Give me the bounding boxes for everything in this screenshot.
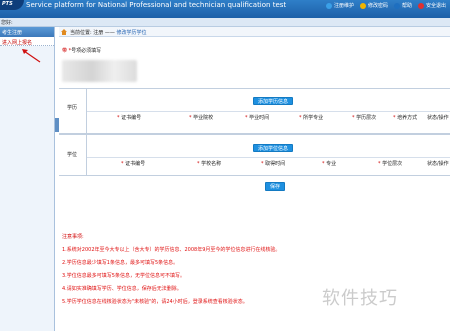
top-link-help[interactable]: 帮助 [393, 2, 412, 9]
note-item: 3.学位信息最多可填写5条信息，无学位信息可不填写。 [62, 273, 185, 279]
site-logo: PTS [0, 0, 24, 10]
watermark: 软件技巧 [322, 288, 398, 309]
sidebar-item-online-registration[interactable]: 进入网上报名 [0, 37, 54, 46]
top-link-logout[interactable]: 安全退出 [417, 2, 446, 9]
add-degree-button[interactable]: 添加学位信息 [253, 144, 294, 152]
required-note-text: 号项必须填写 [71, 48, 102, 54]
add-education-button[interactable]: 添加学历信息 [253, 97, 294, 105]
education-section: 学历 添加学历信息 * 证书编号 * 毕业院校 * 毕业时间 * 所学专业 * … [59, 88, 450, 134]
sidebar: 考生注册 进入网上报名 [0, 27, 55, 331]
degree-label: 学位 [67, 152, 78, 158]
col-education-grad-time: * 毕业时间 [245, 115, 270, 121]
degree-header-row: * 证书编号 * 学校名称 * 取得时间 * 专业 * 学位层次 状态/操作 [87, 157, 450, 167]
logout-icon [417, 2, 424, 9]
note-item: 1.系统对2002年至今大专以上（含大专）的学历信息、2008年9月至今的学位信… [62, 247, 281, 253]
top-link-register-maintain[interactable]: 注册维护 [325, 2, 354, 9]
col-degree-school: * 学校名称 [197, 161, 222, 167]
redacted-personal-info [62, 60, 137, 82]
breadcrumb-text: 当前位置: 注册 —— 修改学历学位 [70, 29, 146, 36]
home-icon [61, 29, 67, 35]
red-arrow-annotation [22, 49, 41, 63]
education-label-column: 学历 [59, 89, 87, 133]
top-links: 注册维护 修改密码 帮助 安全退出 [325, 2, 446, 9]
col-degree-cert-no: * 证书编号 [121, 161, 146, 167]
top-link-label: 修改密码 [367, 3, 388, 9]
top-link-label: 安全退出 [425, 3, 446, 9]
user-icon [325, 2, 332, 9]
required-note: 带 *号项必须填写 [62, 47, 101, 54]
education-header-row: * 证书编号 * 毕业院校 * 毕业时间 * 所学专业 * 学历层次 * 培养方… [87, 111, 450, 121]
col-education-level: * 学历层次 [352, 115, 377, 121]
welcome-bar: 您好: [0, 18, 450, 27]
top-link-label: 注册维护 [333, 3, 354, 9]
col-education-status: 状态/操作 [427, 115, 449, 121]
sidebar-header: 考生注册 [0, 27, 54, 37]
col-degree-time: * 取得时间 [261, 161, 286, 167]
degree-section: 学位 添加学位信息 * 证书编号 * 学校名称 * 取得时间 * 专业 * 学位… [59, 134, 450, 176]
breadcrumb-prefix: 当前位置: 注册 —— [70, 30, 115, 36]
note-item: 2.学历信息最少填写1条信息，最多可填写5条信息。 [62, 260, 179, 266]
notes-title: 注意事项: [62, 234, 84, 240]
col-education-cert-no: * 证书编号 [117, 115, 142, 121]
logo-text: PTS [2, 1, 13, 7]
col-degree-level: * 学位层次 [378, 161, 403, 167]
save-button[interactable]: 保存 [265, 182, 286, 191]
col-degree-major: * 专业 [322, 161, 337, 167]
col-degree-status: 状态/操作 [427, 161, 449, 167]
site-subtitle: Service platform for National Profession… [26, 1, 287, 9]
col-education-school: * 毕业院校 [189, 115, 214, 121]
col-education-major: * 所学专业 [299, 115, 324, 121]
required-star: 带 * [62, 48, 72, 54]
key-icon [359, 2, 366, 9]
welcome-text: 您好: [1, 20, 13, 26]
breadcrumb-current[interactable]: 修改学历学位 [116, 30, 146, 36]
header-bar: PTS Service platform for National Profes… [0, 0, 450, 18]
top-link-change-password[interactable]: 修改密码 [359, 2, 388, 9]
help-icon [393, 2, 400, 9]
top-link-label: 帮助 [401, 3, 412, 9]
degree-label-column: 学位 [59, 135, 87, 175]
col-education-mode: * 培养方式 [393, 115, 418, 121]
education-label: 学历 [67, 105, 78, 111]
breadcrumb: 当前位置: 注册 —— 修改学历学位 [59, 27, 450, 37]
